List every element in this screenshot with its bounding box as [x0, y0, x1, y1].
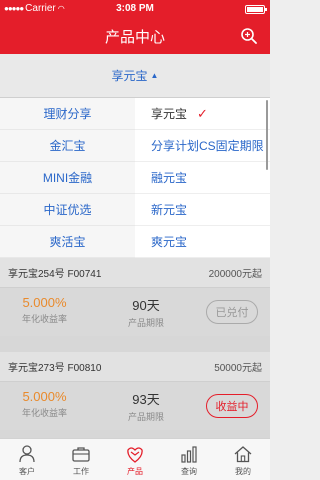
category-item-label: 理财分享: [43, 107, 92, 121]
subcategory-item[interactable]: 融元宝: [135, 162, 270, 194]
checkmark-icon: ✓: [197, 105, 208, 121]
subcategory-item-label: 融元宝: [151, 171, 188, 185]
nav-bar: 产品中心: [0, 18, 270, 54]
page-title: 产品中心: [104, 29, 165, 46]
tab-work[interactable]: 工作: [54, 439, 108, 480]
tab-customer[interactable]: 客户: [0, 439, 54, 480]
rate-value: 5.000%: [22, 295, 67, 310]
term-metric: 93天 产品期限: [128, 389, 164, 423]
filter-selected-label[interactable]: 享元宝: [112, 67, 148, 84]
chart-icon: [181, 446, 197, 463]
briefcase-icon: [72, 447, 90, 462]
status-bar: ●●●●● Carrier ◠ 3:08 PM: [0, 0, 270, 18]
subcategory-item-label: 享元宝: [151, 107, 188, 121]
tab-mine[interactable]: 我的: [216, 439, 270, 480]
product-name: 享元宝273号 F00810: [8, 363, 102, 374]
category-item-label: 中证优选: [43, 203, 92, 217]
category-dropdown: 理财分享 金汇宝 MINI金融 中证优选 爽活宝 享元宝 ✓ 分享计划CS固定期限…: [0, 98, 270, 258]
rate-label: 年化收益率: [22, 314, 68, 324]
term-metric: 90天 产品期限: [128, 295, 164, 329]
status-time: 3:08 PM: [116, 3, 154, 14]
category-filter[interactable]: 享元宝 ▲: [0, 54, 270, 98]
subcategory-item[interactable]: 享元宝 ✓: [135, 98, 270, 130]
term-label: 产品期限: [128, 318, 165, 328]
tab-query[interactable]: 查询: [162, 439, 216, 480]
home-icon: [234, 446, 252, 463]
subcategory-item[interactable]: 爽元宝: [135, 226, 270, 258]
tab-label: 客户: [19, 467, 35, 476]
dropdown-scrollbar[interactable]: [266, 100, 268, 170]
tab-bar: 客户 工作 产品 查询 我的: [0, 438, 270, 480]
status-button[interactable]: 收益中: [206, 394, 258, 418]
subcategory-item-label: 爽元宝: [151, 235, 188, 249]
product-body: 5.000% 年化收益率 93天 产品期限 收益中: [0, 382, 270, 430]
product-card[interactable]: 享元宝254号 F00741 200000元起 5.000% 年化收益率 90天…: [0, 258, 270, 336]
category-item[interactable]: MINI金融: [0, 162, 135, 194]
term-value: 93天: [132, 392, 160, 407]
category-item[interactable]: 理财分享: [0, 98, 135, 130]
product-list: 享元宝254号 F00741 200000元起 5.000% 年化收益率 90天…: [0, 258, 270, 438]
term-value: 90天: [132, 298, 160, 313]
subcategory-item[interactable]: 分享计划CS固定期限: [135, 130, 270, 162]
tab-product[interactable]: 产品: [108, 439, 162, 480]
subcategory-list: 享元宝 ✓ 分享计划CS固定期限 融元宝 新元宝 爽元宝: [135, 98, 270, 258]
person-icon: [19, 445, 35, 463]
product-body: 5.000% 年化收益率 90天 产品期限 已兑付: [0, 288, 270, 336]
tab-label: 我的: [235, 467, 251, 476]
category-item[interactable]: 爽活宝: [0, 226, 135, 258]
battery-icon: [245, 5, 267, 14]
product-header: 享元宝273号 F00810 50000元起: [0, 352, 270, 382]
product-name: 享元宝254号 F00741: [8, 269, 102, 280]
category-item-label: 爽活宝: [49, 235, 86, 249]
product-header: 享元宝254号 F00741 200000元起: [0, 258, 270, 288]
tab-label: 工作: [73, 467, 89, 476]
rate-metric: 5.000% 年化收益率: [22, 295, 67, 325]
caret-up-icon: ▲: [150, 71, 159, 80]
term-label: 产品期限: [128, 412, 165, 422]
subcategory-item[interactable]: 新元宝: [135, 194, 270, 226]
product-min-amount: 50000元起: [214, 363, 262, 374]
rate-metric: 5.000% 年化收益率: [22, 389, 67, 419]
product-icon: [127, 447, 143, 463]
product-min-amount: 200000元起: [208, 269, 262, 280]
category-item[interactable]: 中证优选: [0, 194, 135, 226]
category-item-label: MINI金融: [42, 171, 93, 185]
rate-value: 5.000%: [22, 389, 67, 404]
product-card[interactable]: 享元宝273号 F00810 50000元起 5.000% 年化收益率 93天 …: [0, 352, 270, 430]
status-button[interactable]: 已兑付: [206, 300, 258, 324]
category-item-label: 金汇宝: [49, 139, 86, 153]
rate-label: 年化收益率: [22, 408, 68, 418]
tab-label: 查询: [181, 467, 197, 476]
search-icon[interactable]: [240, 27, 258, 45]
category-item[interactable]: 金汇宝: [0, 130, 135, 162]
subcategory-item-label: 分享计划CS固定期限: [151, 139, 264, 153]
tab-label: 产品: [127, 467, 143, 476]
subcategory-item-label: 新元宝: [151, 203, 188, 217]
category-list: 理财分享 金汇宝 MINI金融 中证优选 爽活宝: [0, 98, 135, 258]
